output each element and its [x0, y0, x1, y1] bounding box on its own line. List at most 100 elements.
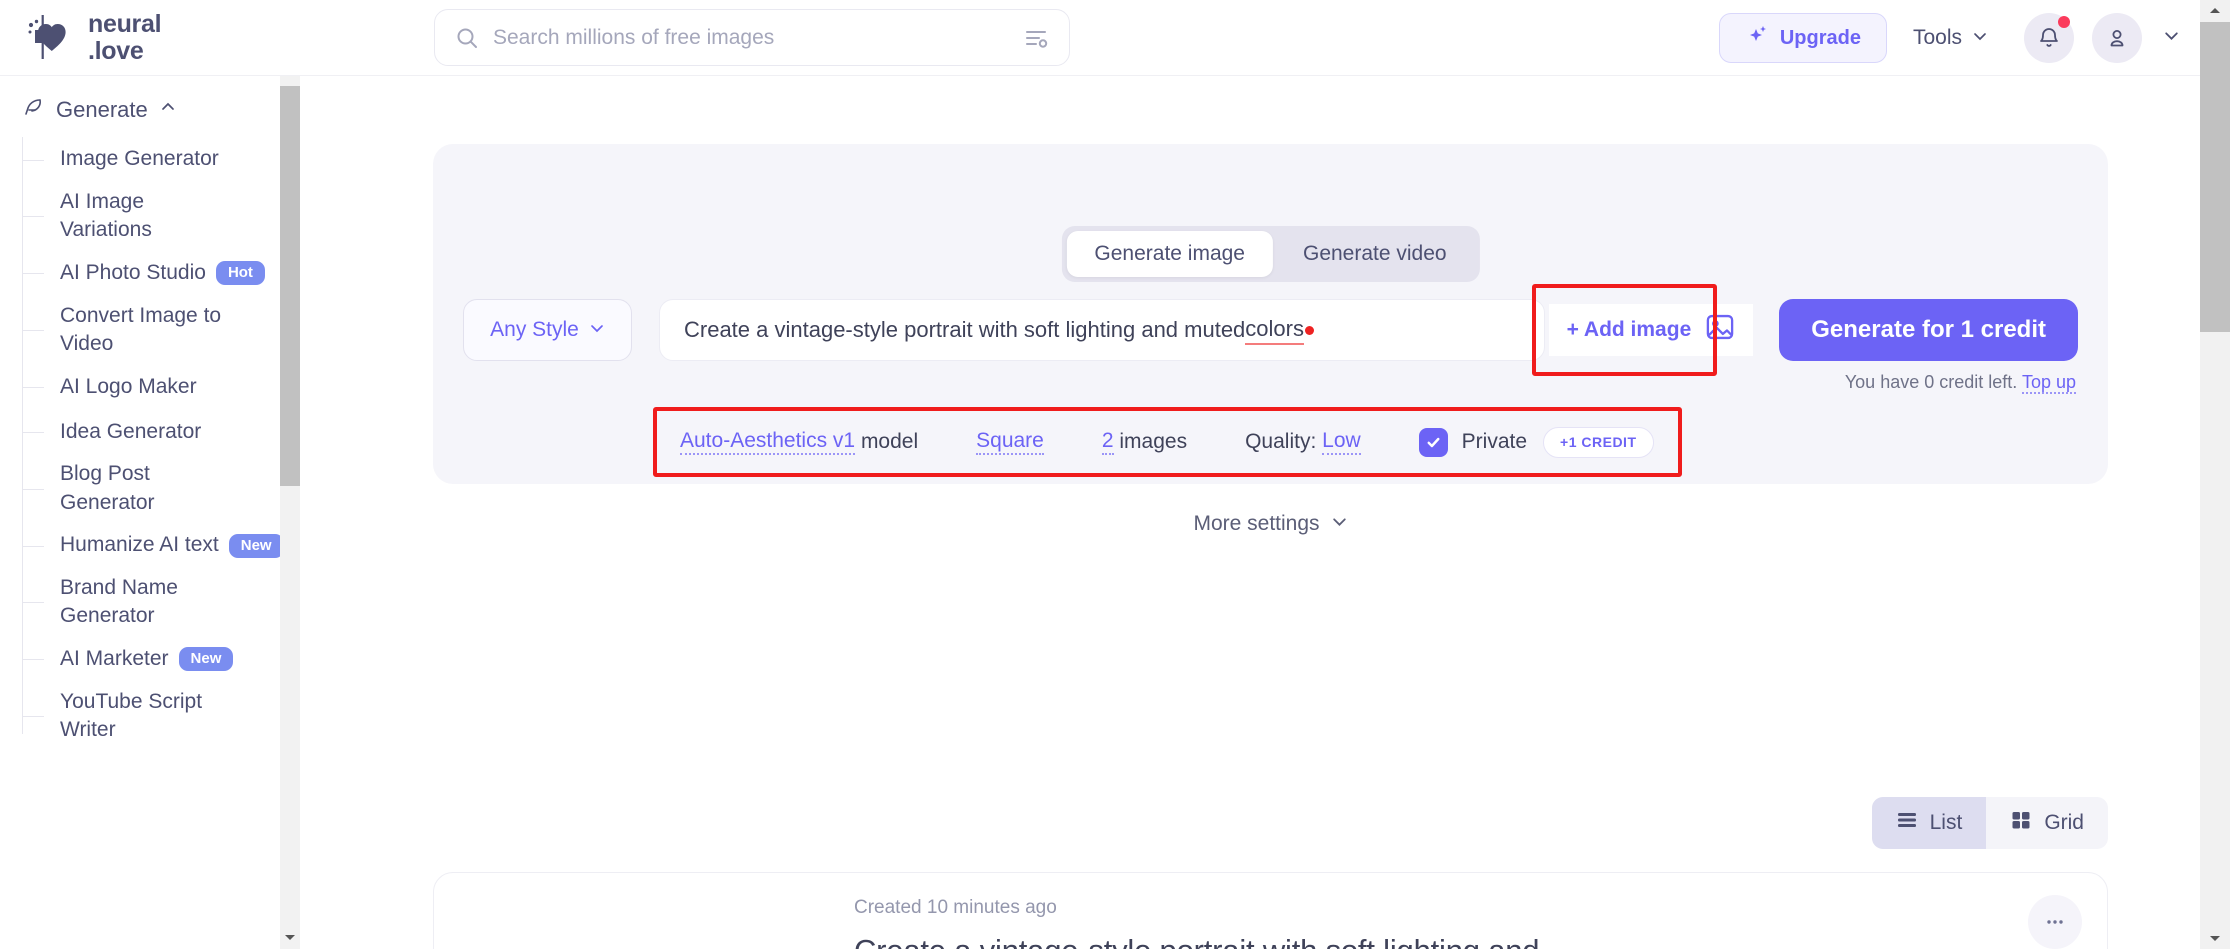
generator-settings-row: Auto-Aesthetics v1 model Square 2 images… — [658, 416, 1676, 468]
private-label: Private — [1462, 430, 1527, 454]
image-icon — [1705, 312, 1735, 348]
sidebar-item-convert-image-to-video[interactable]: Convert Image to Video — [22, 296, 300, 365]
result-card[interactable]: Created 10 minutes ago Create a vintage-… — [433, 872, 2108, 949]
tab-generate-video[interactable]: Generate video — [1275, 231, 1475, 277]
check-icon — [1425, 434, 1442, 451]
sidebar-item-image-generator[interactable]: Image Generator — [22, 137, 300, 182]
result-more-options-button[interactable] — [2028, 895, 2082, 949]
prompt-text-prefix: Create a vintage-style portrait with sof… — [684, 317, 1245, 343]
sidebar-item-blog-post-generator[interactable]: Blog Post Generator — [22, 454, 300, 523]
grid-icon — [2010, 809, 2032, 837]
upgrade-button[interactable]: Upgrade — [1719, 13, 1887, 63]
sidebar-group-label: Generate — [56, 97, 148, 123]
search-input[interactable] — [493, 26, 1023, 50]
page-scroll-down-icon[interactable] — [2200, 927, 2230, 949]
brand-line-1: neural — [88, 11, 161, 37]
tab-generate-image[interactable]: Generate image — [1066, 231, 1273, 277]
search-icon — [455, 26, 479, 50]
brand-line-2: .love — [88, 38, 161, 64]
header-actions: Upgrade Tools — [1719, 0, 2180, 76]
more-settings-toggle[interactable]: More settings — [1193, 512, 1347, 536]
sidebar: Generate Image Generator AI Image Variat… — [0, 76, 318, 949]
sidebar-item-label: Image Generator — [60, 145, 219, 173]
credit-note-text: You have 0 credit left. — [1845, 372, 2017, 392]
sidebar-item-idea-generator[interactable]: Idea Generator — [22, 409, 300, 454]
ellipsis-icon — [2044, 911, 2066, 933]
sidebar-badge-new: New — [229, 534, 284, 558]
heart-logo-icon — [22, 13, 78, 63]
setting-aspect[interactable]: Square — [976, 429, 1044, 455]
add-image-label: + Add image — [1567, 318, 1692, 342]
setting-model[interactable]: Auto-Aesthetics v1 model — [680, 429, 918, 455]
aspect-value[interactable]: Square — [976, 429, 1044, 455]
sidebar-badge-new: New — [179, 647, 234, 671]
sidebar-scrollbar[interactable] — [280, 76, 300, 949]
generate-button[interactable]: Generate for 1 credit — [1779, 299, 2078, 361]
sidebar-item-ai-image-variations[interactable]: AI Image Variations — [22, 182, 300, 251]
setting-image-count[interactable]: 2 images — [1102, 429, 1187, 455]
sidebar-scroll-down-icon[interactable] — [280, 927, 300, 947]
prompt-input[interactable]: Create a vintage-style portrait with sof… — [659, 299, 1545, 361]
app-window: neural .love — [0, 0, 2230, 949]
tools-label: Tools — [1913, 26, 1962, 50]
view-mode-toggle: List Grid — [1872, 797, 2108, 849]
sidebar-item-label: AI Image Variations — [60, 188, 232, 245]
sidebar-item-label: AI Marketer — [60, 645, 169, 673]
prompt-row: Any Style Create a vintage-style portrai… — [463, 299, 2078, 361]
top-up-link[interactable]: Top up — [2022, 372, 2076, 394]
notifications-button[interactable] — [2024, 13, 2074, 63]
top-header: neural .love — [0, 0, 2230, 76]
sidebar-group-generate[interactable]: Generate — [0, 76, 300, 137]
sidebar-item-ai-marketer[interactable]: AI Marketer New — [22, 637, 300, 682]
filter-settings-icon[interactable] — [1023, 25, 1049, 51]
more-settings-label: More settings — [1193, 512, 1319, 536]
page-scroll-up-icon[interactable] — [2200, 0, 2230, 22]
sidebar-item-ai-photo-studio[interactable]: AI Photo Studio Hot — [22, 251, 300, 296]
sidebar-scroll-content: Generate Image Generator AI Image Variat… — [0, 76, 300, 949]
sidebar-item-label: Humanize AI text — [60, 531, 219, 559]
user-avatar[interactable] — [2092, 13, 2142, 63]
sidebar-item-label: Idea Generator — [60, 418, 201, 446]
view-mode-grid-label: Grid — [2044, 811, 2084, 835]
avatar-chevron-down-icon[interactable] — [2163, 27, 2180, 49]
chevron-up-icon — [160, 99, 176, 120]
notification-dot — [2058, 16, 2070, 28]
add-image-button[interactable]: + Add image — [1549, 304, 1754, 356]
sidebar-item-brand-name-generator[interactable]: Brand Name Generator — [22, 568, 300, 637]
private-checkbox[interactable] — [1419, 428, 1448, 457]
quality-value[interactable]: Low — [1322, 429, 1361, 455]
image-count-suffix: images — [1119, 430, 1187, 454]
sidebar-tree: Image Generator AI Image Variations AI P… — [22, 137, 300, 750]
sidebar-scrollbar-thumb[interactable] — [280, 86, 300, 486]
page-scrollbar-thumb[interactable] — [2200, 22, 2230, 332]
brand-logo[interactable]: neural .love — [22, 11, 282, 64]
tools-menu-button[interactable]: Tools — [1895, 13, 2006, 63]
sidebar-item-youtube-script-writer[interactable]: YouTube Script Writer — [22, 682, 300, 751]
sidebar-item-label: Brand Name Generator — [60, 574, 232, 631]
image-count-value[interactable]: 2 — [1102, 429, 1114, 455]
sidebar-item-label: YouTube Script Writer — [60, 688, 232, 745]
result-title: Create a vintage-style portrait with sof… — [854, 933, 1579, 949]
list-icon — [1896, 809, 1918, 837]
sidebar-item-label: Blog Post Generator — [60, 460, 232, 517]
chevron-down-icon — [1331, 512, 1348, 536]
view-mode-list[interactable]: List — [1872, 797, 1987, 849]
page-scrollbar[interactable] — [2200, 0, 2230, 949]
model-value[interactable]: Auto-Aesthetics v1 — [680, 429, 855, 455]
generator-panel: Generate image Generate video Any Style … — [433, 144, 2108, 484]
search-bar[interactable] — [434, 9, 1070, 66]
sidebar-item-ai-logo-maker[interactable]: AI Logo Maker — [22, 364, 300, 409]
style-selector[interactable]: Any Style — [463, 299, 632, 361]
sparkle-icon — [1745, 23, 1769, 53]
chevron-down-icon — [1972, 26, 1988, 50]
brand-name: neural .love — [88, 11, 161, 64]
view-mode-grid[interactable]: Grid — [1986, 797, 2108, 849]
sidebar-item-humanize-ai-text[interactable]: Humanize AI text New — [22, 523, 300, 568]
upgrade-label: Upgrade — [1780, 27, 1861, 50]
setting-quality[interactable]: Quality: Low — [1245, 429, 1361, 455]
text-cursor-marker — [1305, 326, 1314, 335]
model-suffix: model — [861, 430, 918, 454]
quality-label: Quality: — [1245, 430, 1316, 454]
view-mode-list-label: List — [1930, 811, 1963, 835]
setting-private[interactable]: Private +1 CREDIT — [1419, 427, 1654, 458]
